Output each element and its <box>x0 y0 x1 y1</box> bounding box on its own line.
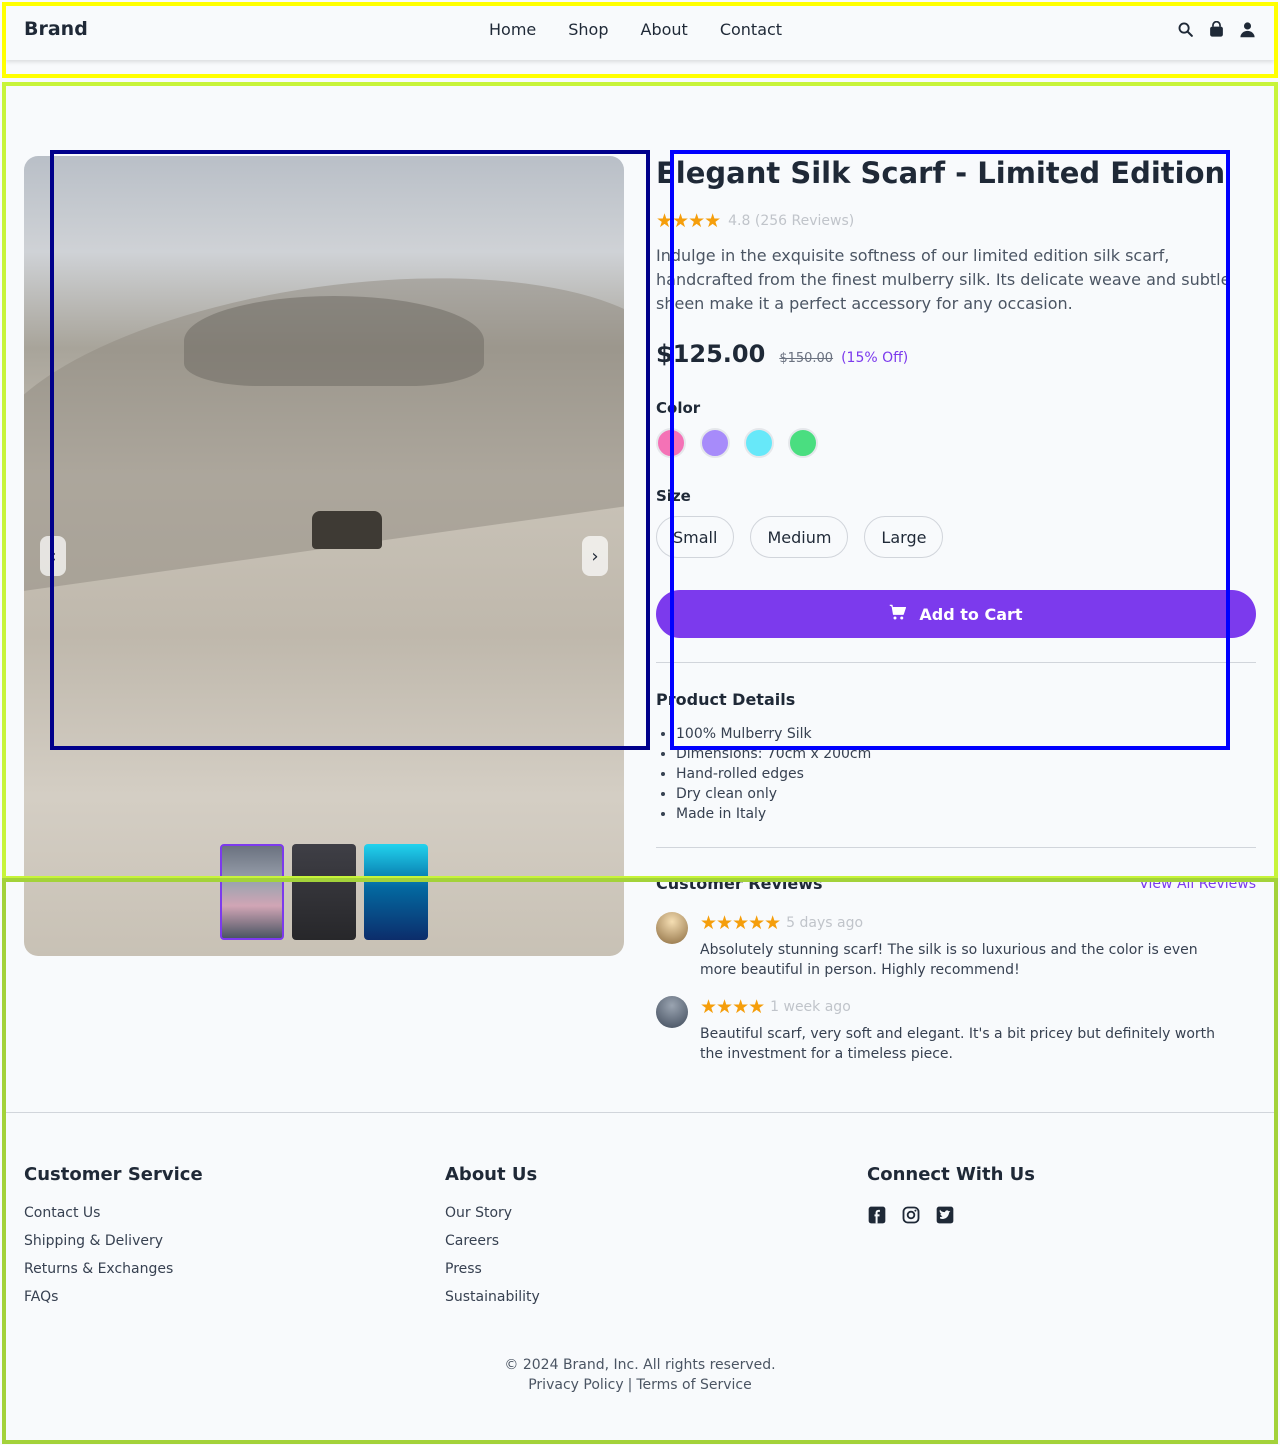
nav-contact[interactable]: Contact <box>720 20 782 39</box>
user-icon[interactable] <box>1239 21 1256 38</box>
current-price: $125.00 <box>656 340 766 368</box>
twitter-icon[interactable] <box>935 1205 955 1225</box>
color-swatches <box>656 428 818 458</box>
footer-link-returns[interactable]: Returns & Exchanges <box>24 1261 203 1289</box>
instagram-icon[interactable] <box>901 1205 921 1225</box>
footer-divider <box>6 1112 1274 1113</box>
avatar <box>656 912 688 944</box>
color-swatch-cyan[interactable] <box>744 428 774 458</box>
add-to-cart-button[interactable]: Add to Cart <box>656 590 1256 638</box>
footer-heading: Customer Service <box>24 1164 203 1185</box>
review-meta: ★★★★★ 5 days ago <box>700 912 863 934</box>
product-details-title: Product Details <box>656 690 796 709</box>
nav-home[interactable]: Home <box>489 20 536 39</box>
original-price: $150.00 <box>779 351 834 366</box>
product-rating: ★★★★ 4.8 (256 Reviews) <box>656 210 854 232</box>
review-text: Beautiful scarf, very soft and elegant. … <box>700 1026 1216 1062</box>
rating-text[interactable]: 4.8 (256 Reviews) <box>728 213 854 229</box>
add-to-cart-label: Add to Cart <box>919 604 1023 624</box>
footer-link-shipping[interactable]: Shipping & Delivery <box>24 1233 203 1261</box>
cart-icon <box>889 603 907 625</box>
size-medium-button[interactable]: Medium <box>750 516 849 558</box>
footer-about: About Us Our Story Careers Press Sustain… <box>445 1164 540 1317</box>
site-header: Brand Home Shop About Contact <box>6 6 1274 60</box>
details-item: Dry clean only <box>676 784 871 804</box>
footer-link-sustainability[interactable]: Sustainability <box>445 1289 540 1317</box>
gallery-thumbnails <box>220 844 428 940</box>
legal-links: Privacy Policy | Terms of Service <box>0 1377 1280 1393</box>
details-item: Hand-rolled edges <box>676 764 871 784</box>
thumbnail-3[interactable] <box>364 844 428 940</box>
review-time: 1 week ago <box>770 999 851 1015</box>
main-nav: Home Shop About Contact <box>489 20 782 39</box>
reviews-title: Customer Reviews <box>656 874 823 893</box>
gallery-prev-button[interactable]: ‹ <box>40 536 66 576</box>
footer-connect: Connect With Us <box>867 1164 1035 1225</box>
thumbnail-1[interactable] <box>220 844 284 940</box>
review-stars: ★★★★ <box>700 996 765 1018</box>
nav-shop[interactable]: Shop <box>568 20 608 39</box>
gallery-next-button[interactable]: › <box>582 536 608 576</box>
size-options: Small Medium Large <box>656 516 944 558</box>
social-links <box>867 1205 1035 1225</box>
footer-link-press[interactable]: Press <box>445 1261 540 1289</box>
color-swatch-purple[interactable] <box>700 428 730 458</box>
section-divider <box>656 662 1256 663</box>
details-item: Dimensions: 70cm x 200cm <box>676 744 871 764</box>
terms-of-service-link[interactable]: Terms of Service <box>636 1377 751 1393</box>
bag-icon[interactable] <box>1208 20 1225 38</box>
search-icon[interactable] <box>1177 21 1194 38</box>
avatar <box>656 996 688 1028</box>
size-label: Size <box>656 487 691 505</box>
section-divider <box>656 847 1256 848</box>
header-actions <box>1177 20 1256 38</box>
thumbnail-2[interactable] <box>292 844 356 940</box>
footer-link-contact-us[interactable]: Contact Us <box>24 1205 203 1233</box>
review-time: 5 days ago <box>786 915 864 931</box>
footer-link-careers[interactable]: Careers <box>445 1233 540 1261</box>
footer-link-our-story[interactable]: Our Story <box>445 1205 540 1233</box>
details-item: Made in Italy <box>676 804 871 824</box>
details-item: 100% Mulberry Silk <box>676 724 871 744</box>
discount-badge: (15% Off) <box>841 350 909 366</box>
review-stars: ★★★★★ <box>700 912 781 934</box>
rating-stars: ★★★★ <box>656 210 721 232</box>
color-swatch-green[interactable] <box>788 428 818 458</box>
product-details-list: 100% Mulberry Silk Dimensions: 70cm x 20… <box>676 724 871 824</box>
image-dune-shadow <box>184 296 484 386</box>
footer-customer-service: Customer Service Contact Us Shipping & D… <box>24 1164 203 1317</box>
privacy-policy-link[interactable]: Privacy Policy <box>528 1377 623 1393</box>
product-image-gallery: ‹ › <box>24 156 624 956</box>
facebook-icon[interactable] <box>867 1205 887 1225</box>
view-all-reviews-link[interactable]: View All Reviews <box>1139 876 1256 892</box>
size-small-button[interactable]: Small <box>656 516 735 558</box>
size-large-button[interactable]: Large <box>864 516 944 558</box>
color-label: Color <box>656 399 701 417</box>
color-swatch-pink[interactable] <box>656 428 686 458</box>
footer-heading: Connect With Us <box>867 1164 1035 1185</box>
footer-link-faqs[interactable]: FAQs <box>24 1289 203 1317</box>
footer-heading: About Us <box>445 1164 538 1185</box>
brand-logo[interactable]: Brand <box>24 18 88 40</box>
review-meta: ★★★★ 1 week ago <box>700 996 851 1018</box>
legal-separator: | <box>627 1377 633 1393</box>
review-text: Absolutely stunning scarf! The silk is s… <box>700 942 1198 978</box>
nav-about[interactable]: About <box>641 20 688 39</box>
product-title: Elegant Silk Scarf - Limited Edition <box>656 156 1226 190</box>
image-vehicle <box>312 511 382 549</box>
copyright-text: © 2024 Brand, Inc. All rights reserved. <box>504 1357 776 1373</box>
price-row: $125.00 $150.00 (15% Off) <box>656 340 908 368</box>
product-description: Indulge in the exquisite softness of our… <box>656 246 1231 313</box>
